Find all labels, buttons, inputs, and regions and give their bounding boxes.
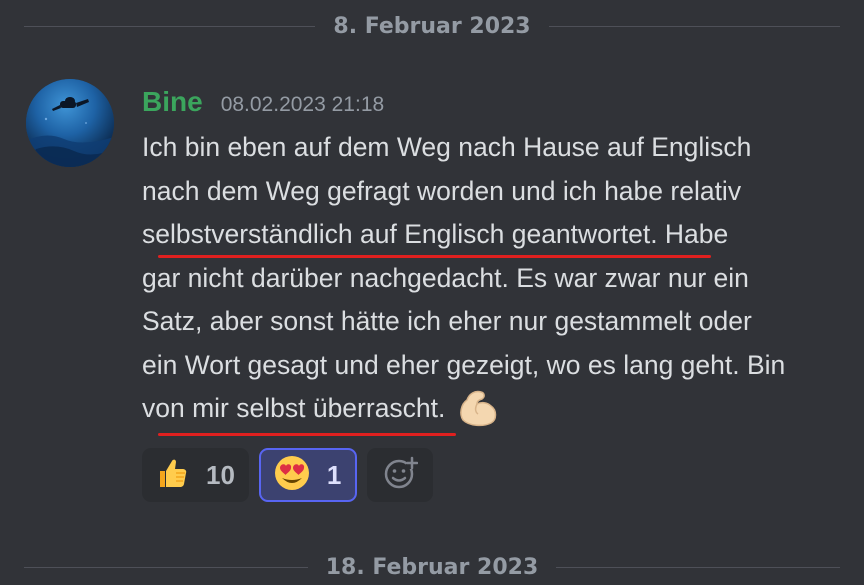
divider-date: 18. Februar 2023	[325, 554, 539, 580]
message-content: Ich bin eben auf dem Weg nach Hause auf …	[142, 126, 842, 431]
thumbs-up-icon	[154, 455, 190, 495]
message-line: nach dem Weg gefragt worden und ich habe…	[142, 175, 742, 206]
reaction-count: 10	[206, 459, 235, 490]
message-timestamp[interactable]: 08.02.2023 21:18	[221, 93, 385, 117]
date-divider-bottom: 18. Februar 2023	[24, 552, 841, 582]
divider-line	[548, 25, 841, 27]
add-reaction-button[interactable]	[367, 448, 434, 502]
avatar-image	[26, 79, 114, 167]
message-line: ein Wort gesagt und eher gezeigt, wo es …	[142, 349, 786, 380]
divider-line	[24, 25, 316, 27]
chat-message: Bine 08.02.2023 21:18 Ich bin eben auf d…	[0, 70, 864, 520]
divider-line	[24, 566, 308, 568]
reaction-thumbs-up[interactable]: 10	[142, 448, 249, 502]
date-divider-top: 8. Februar 2023	[24, 11, 841, 41]
message-line: Satz, aber sonst hätte ich eher nur gest…	[142, 306, 752, 336]
author-name[interactable]: Bine	[142, 86, 203, 118]
message-line-last: von mir selbst überrascht.	[142, 387, 842, 431]
message-line: selbstverständlich auf Englisch geantwor…	[142, 219, 729, 249]
divider-date: 8. Februar 2023	[333, 13, 531, 39]
red-underline	[158, 433, 456, 436]
reaction-count: 1	[326, 459, 342, 490]
message-line: gar nicht darüber nachgedacht. Es war zw…	[142, 262, 749, 293]
message-header: Bine 08.02.2023 21:18	[142, 86, 384, 126]
reaction-heart-eyes[interactable]: 1	[258, 448, 358, 502]
add-reaction-icon	[382, 455, 419, 495]
message-line: Ich bin eben auf dem Weg nach Hause auf …	[142, 132, 752, 162]
heart-eyes-icon	[273, 454, 311, 496]
reaction-bar: 10 1	[142, 448, 434, 502]
divider-line	[556, 566, 841, 568]
red-underline	[158, 255, 711, 258]
avatar[interactable]	[26, 79, 114, 167]
message-line: von mir selbst überrascht.	[142, 393, 446, 423]
flexed-biceps-icon	[455, 386, 501, 428]
